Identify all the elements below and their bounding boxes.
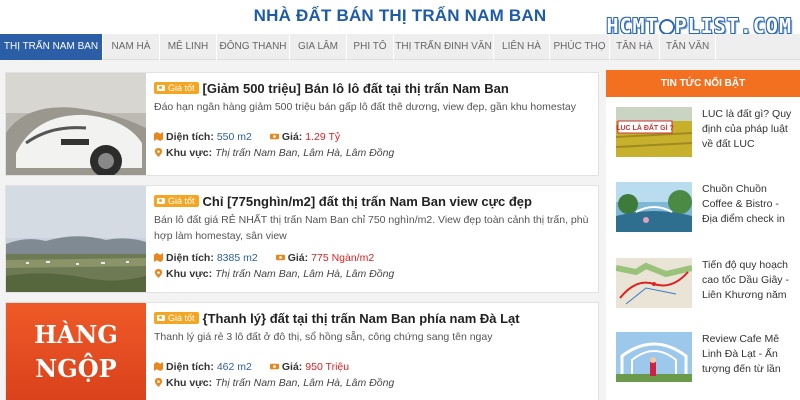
sidebar-heading: TIN TỨC NỔI BẬT bbox=[606, 70, 800, 97]
tab-thi-tran-dinh-van[interactable]: THỊ TRẤN ĐINH VĂN bbox=[394, 34, 494, 60]
listing-location: Khu vực: Thị trấn Nam Ban, Lâm Hà, Lâm Đ… bbox=[154, 266, 592, 281]
tab-gia-lam[interactable]: GIA LÂM bbox=[290, 34, 347, 60]
price-value: 775 Ngàn/m2 bbox=[311, 251, 375, 264]
thumb-text-hang: HÀNG bbox=[34, 320, 118, 349]
listing-meta: Diện tích: 550 m2 Giá: 1.29 Tỷ bbox=[154, 129, 592, 144]
good-price-badge: Giá tốt bbox=[154, 82, 199, 94]
news-item[interactable]: Tiến độ quy hoạch cao tốc Dầu Giây - Liê… bbox=[616, 258, 796, 314]
tab-nam-ha[interactable]: NAM HÀ bbox=[103, 34, 160, 60]
tab-phi-to[interactable]: PHI TÔ bbox=[347, 34, 394, 60]
listing-title[interactable]: {Thanh lý} đất tại thị trấn Nam Ban phía… bbox=[203, 311, 520, 326]
listing-meta: Diện tích: 8385 m2 Giá: 775 Ngàn/m2 bbox=[154, 250, 592, 265]
listing-image[interactable]: HÀNG NGỘP bbox=[6, 303, 146, 400]
header: NHÀ ĐẤT BÁN THỊ TRẤN NAM BAN HCMT PLIST.C… bbox=[0, 0, 800, 38]
tab-lien-ha[interactable]: LIÊN HÀ bbox=[494, 34, 550, 60]
news-item[interactable]: Chuồn Chuồn Coffee & Bistro - Địa điểm c… bbox=[616, 182, 796, 238]
money-icon bbox=[269, 363, 279, 370]
location-pin-icon bbox=[154, 148, 163, 157]
area-value: 8385 m2 bbox=[216, 251, 258, 264]
location-pin-icon bbox=[154, 378, 163, 387]
area-value: 550 m2 bbox=[216, 130, 252, 143]
tab-empty bbox=[716, 34, 800, 60]
good-price-badge: Giá tốt bbox=[154, 195, 199, 207]
camera-icon bbox=[157, 198, 165, 204]
news-title[interactable]: Review Cafe Mê Linh Đà Lạt - Ấn tượng đế… bbox=[702, 332, 796, 388]
listing-location: Khu vực: Thị trấn Nam Ban, Lâm Hà, Lâm Đ… bbox=[154, 145, 592, 160]
listing-title[interactable]: Chỉ [775nghìn/m2] đất thị trấn Nam Ban v… bbox=[203, 194, 532, 209]
good-price-badge: Giá tốt bbox=[154, 312, 199, 324]
listing-description: Bán lô đất giá RẺ NHẤT thị trấn Nam Ban … bbox=[154, 214, 589, 242]
listing-card[interactable]: HÀNG NGỘP Giá tốt {Thanh lý} đất tại thị… bbox=[5, 302, 599, 400]
listing-image[interactable] bbox=[6, 73, 146, 175]
tab-tan-van[interactable]: TÂN VĂN bbox=[660, 34, 716, 60]
news-title[interactable]: LUC là đất gì? Quy định của pháp luật về… bbox=[702, 107, 796, 163]
listing-card[interactable]: Giá tốt [Giảm 500 triệu] Bán lô lô đất t… bbox=[5, 72, 599, 176]
listing-meta: Diện tích: 462 m2 Giá: 950 Triệu bbox=[154, 359, 592, 374]
location-tabs: THỊ TRẤN NAM BAN NAM HÀ MÊ LINH ĐÔNG THA… bbox=[0, 34, 800, 60]
featured-news-sidebar: TIN TỨC NỔI BẬT LUC LÀ ĐẤT GÌ ? LUC là đ… bbox=[606, 70, 800, 400]
listing-card[interactable]: Giá tốt Chỉ [775nghìn/m2] đất thị trấn N… bbox=[5, 185, 599, 293]
map-area-icon bbox=[154, 253, 163, 262]
listing-description: Thanh lý giá rẻ 3 lô đất ở đô thị, sổ hồ… bbox=[154, 331, 493, 343]
news-title[interactable]: Tiến độ quy hoạch cao tốc Dầu Giây - Liê… bbox=[702, 258, 796, 314]
tab-tan-ha[interactable]: TÂN HÀ bbox=[610, 34, 660, 60]
map-area-icon bbox=[154, 132, 163, 141]
news-item[interactable]: LUC LÀ ĐẤT GÌ ? LUC là đất gì? Quy định … bbox=[616, 107, 796, 163]
listing-description: Đáo hạn ngân hàng giảm 500 triệu bán gấp… bbox=[154, 101, 576, 113]
thumb-text-ngop: NGỘP bbox=[35, 353, 116, 383]
news-thumbnail[interactable] bbox=[616, 258, 692, 308]
news-thumbnail[interactable]: LUC LÀ ĐẤT GÌ ? bbox=[616, 107, 692, 157]
page: NHÀ ĐẤT BÁN THỊ TRẤN NAM BAN HCMT PLIST.C… bbox=[0, 0, 800, 400]
tab-phuc-tho[interactable]: PHÚC THỌ bbox=[550, 34, 610, 60]
listing-location: Khu vực: Thị trấn Nam Ban, Lâm Hà, Lâm Đ… bbox=[154, 375, 592, 390]
news-thumbnail[interactable] bbox=[616, 332, 692, 382]
listing-image[interactable] bbox=[6, 186, 146, 292]
price-value: 950 Triệu bbox=[305, 360, 350, 373]
money-icon bbox=[269, 133, 279, 140]
tab-me-linh[interactable]: MÊ LINH bbox=[160, 34, 217, 60]
tab-dong-thanh[interactable]: ĐÔNG THANH bbox=[217, 34, 290, 60]
price-value: 1.29 Tỷ bbox=[305, 130, 341, 143]
money-icon bbox=[275, 254, 285, 261]
map-area-icon bbox=[154, 362, 163, 371]
news-item[interactable]: Review Cafe Mê Linh Đà Lạt - Ấn tượng đế… bbox=[616, 332, 796, 388]
camera-icon bbox=[157, 315, 165, 321]
location-pin-icon bbox=[154, 269, 163, 278]
area-value: 462 m2 bbox=[216, 360, 252, 373]
camera-icon bbox=[157, 85, 165, 91]
news-title[interactable]: Chuồn Chuồn Coffee & Bistro - Địa điểm c… bbox=[702, 182, 796, 238]
listing-title[interactable]: [Giảm 500 triệu] Bán lô lô đất tại thị t… bbox=[203, 81, 509, 96]
tab-thi-tran-nam-ban[interactable]: THỊ TRẤN NAM BAN bbox=[0, 34, 103, 60]
news-thumbnail[interactable] bbox=[616, 182, 692, 232]
